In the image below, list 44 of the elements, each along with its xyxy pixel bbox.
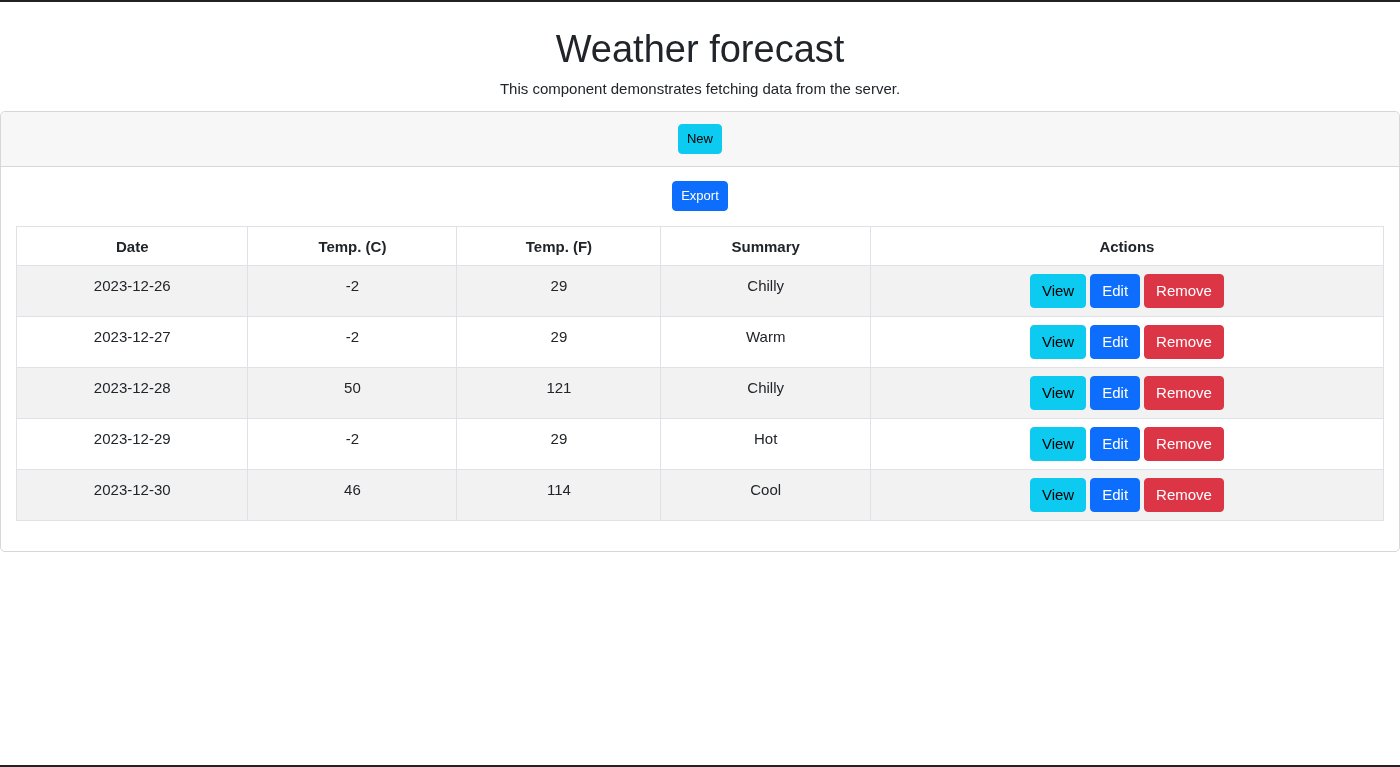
table-cell: -2 <box>247 316 457 368</box>
table-cell: -2 <box>247 418 457 470</box>
page-subtitle: This component demonstrates fetching data from the server. <box>499 80 901 97</box>
table-cell: Chilly <box>660 265 871 317</box>
table-cell: 2023-12-30 <box>16 469 248 521</box>
edit-button[interactable]: Edit <box>1090 427 1141 461</box>
table-cell: 2023-12-29 <box>16 418 248 470</box>
view-button[interactable]: View <box>1029 376 1087 410</box>
table-cell: 29 <box>456 316 661 368</box>
column-header: Actions <box>870 226 1384 266</box>
remove-button[interactable]: Remove <box>1144 376 1224 410</box>
table-cell: 2023-12-26 <box>16 265 248 317</box>
edit-button[interactable]: Edit <box>1090 376 1141 410</box>
table-cell: Cool <box>660 469 871 521</box>
table-cell: Chilly <box>660 367 871 419</box>
table-cell: Hot <box>660 418 871 470</box>
table-cell: 29 <box>456 418 661 470</box>
edit-button[interactable]: Edit <box>1090 325 1141 359</box>
table-cell: 46 <box>247 469 457 521</box>
table-cell: -2 <box>247 265 457 317</box>
table-cell: 29 <box>456 265 661 317</box>
column-header: Temp. (F) <box>456 226 661 266</box>
table-cell: 2023-12-28 <box>16 367 248 419</box>
page-title: Weather forecast <box>555 27 845 72</box>
remove-button[interactable]: Remove <box>1144 274 1224 308</box>
view-button[interactable]: View <box>1029 325 1087 359</box>
remove-button[interactable]: Remove <box>1144 478 1224 512</box>
table-cell: 121 <box>456 367 661 419</box>
column-header: Summary <box>660 226 871 266</box>
column-header: Date <box>16 226 248 266</box>
new-button[interactable]: New <box>678 124 722 154</box>
table-cell: 114 <box>456 469 661 521</box>
edit-button[interactable]: Edit <box>1090 274 1141 308</box>
edit-button[interactable]: Edit <box>1090 478 1141 512</box>
table-cell: Warm <box>660 316 871 368</box>
column-header: Temp. (C) <box>247 226 457 266</box>
view-button[interactable]: View <box>1029 478 1087 512</box>
view-button[interactable]: View <box>1029 274 1087 308</box>
export-button[interactable]: Export <box>672 181 728 211</box>
table-cell: 50 <box>247 367 457 419</box>
view-button[interactable]: View <box>1029 427 1087 461</box>
table-cell: 2023-12-27 <box>16 316 248 368</box>
remove-button[interactable]: Remove <box>1144 427 1224 461</box>
remove-button[interactable]: Remove <box>1144 325 1224 359</box>
